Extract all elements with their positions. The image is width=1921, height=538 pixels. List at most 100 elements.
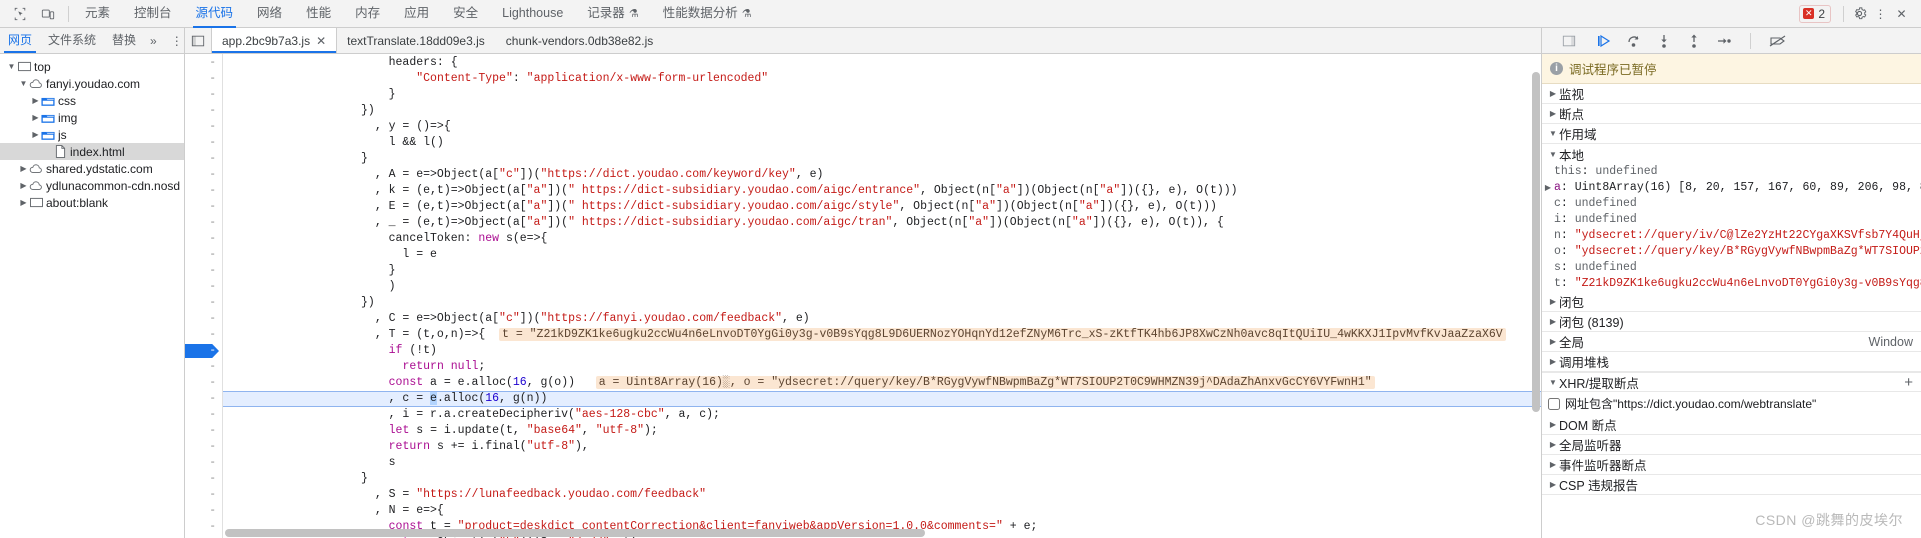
line-number[interactable]: -: [185, 199, 222, 215]
line-number[interactable]: -: [185, 311, 222, 327]
line-number[interactable]: -: [185, 503, 222, 519]
tree-item-shared-ydstatic[interactable]: ▶ shared.ydstatic.com: [0, 160, 184, 177]
section-scope[interactable]: ▼ 作用域: [1542, 124, 1921, 144]
code-line[interactable]: s: [223, 455, 1541, 471]
xhr-breakpoint-item[interactable]: 网址包含"https://dict.youdao.com/webtranslat…: [1542, 392, 1921, 415]
inspect-cursor-icon[interactable]: [10, 4, 29, 23]
chevron-right-icon[interactable]: ▶: [1547, 297, 1559, 306]
tab-performance-insights[interactable]: 性能数据分析 ⚗: [651, 0, 764, 28]
scope-variable-row[interactable]: n: "ydsecret://query/iv/C@lZe2YzHt22CYga…: [1542, 228, 1921, 244]
code-line[interactable]: , E = (e,t)=>Object(a["a"])(" https://di…: [223, 199, 1541, 215]
file-tab-texttranslate[interactable]: textTranslate.18dd09e3.js: [337, 28, 496, 53]
breakpoint-marker[interactable]: -: [185, 343, 222, 359]
scope-variable-row[interactable]: i: undefined: [1542, 212, 1921, 228]
line-number[interactable]: -: [185, 263, 222, 279]
error-badge[interactable]: ✕ 2: [1799, 4, 1831, 23]
scope-variable-row[interactable]: s: undefined: [1542, 260, 1921, 276]
tree-item-about-blank[interactable]: ▶ about:blank: [0, 194, 184, 211]
step-over-icon[interactable]: [1626, 33, 1642, 49]
gear-icon[interactable]: [1850, 4, 1869, 23]
tab-lighthouse[interactable]: Lighthouse: [490, 0, 575, 28]
debugger-section[interactable]: ▶ 全局监听器: [1542, 435, 1921, 455]
tab-security[interactable]: 安全: [441, 0, 490, 28]
scope-variable-row[interactable]: t: "Z21kD9ZK1ke6ugku2ccWu4n6eLnvoDT0YgGi…: [1542, 276, 1921, 292]
file-tab-app[interactable]: app.2bc9b7a3.js ✕: [211, 28, 338, 53]
debugger-section[interactable]: ▶ CSP 违规报告: [1542, 475, 1921, 495]
more-subtabs-icon[interactable]: »: [144, 34, 163, 48]
tab-performance[interactable]: 性能: [294, 0, 343, 28]
line-number[interactable]: -: [185, 135, 222, 151]
scope-variable-row[interactable]: c: undefined: [1542, 196, 1921, 212]
tree-item-js[interactable]: ▶ js: [0, 126, 184, 143]
code-line[interactable]: return s += i.final("utf-8"),: [223, 439, 1541, 455]
section-breakpoints[interactable]: ▶ 断点: [1542, 104, 1921, 124]
chevron-down-icon[interactable]: ▼: [1547, 378, 1559, 387]
line-number[interactable]: -: [185, 327, 222, 343]
scope-variable-row[interactable]: o: "ydsecret://query/key/B*RGygVywfNBwpm…: [1542, 244, 1921, 260]
code-line[interactable]: }): [223, 103, 1541, 119]
code-line[interactable]: return null;: [223, 359, 1541, 375]
editor-horizontal-scrollbar[interactable]: [223, 528, 1531, 538]
tab-sources[interactable]: 源代码: [184, 0, 246, 28]
scrollbar-thumb[interactable]: [225, 529, 925, 537]
chevron-right-icon[interactable]: ▶: [18, 181, 29, 190]
line-number[interactable]: -: [185, 359, 222, 375]
scope-variable-row[interactable]: this: undefined: [1542, 164, 1921, 180]
device-toolbar-icon[interactable]: [38, 4, 57, 23]
section-watch[interactable]: ▶ 监视: [1542, 84, 1921, 104]
tab-console[interactable]: 控制台: [122, 0, 184, 28]
tab-recorder[interactable]: 记录器 ⚗: [575, 0, 650, 28]
code-line[interactable]: if (!t): [223, 343, 1541, 359]
deactivate-breakpoints-icon[interactable]: [1769, 33, 1787, 49]
code-line[interactable]: let s = i.update(t, "base64", "utf-8");: [223, 423, 1541, 439]
show-navigator-icon[interactable]: [185, 34, 211, 48]
code-line[interactable]: headers: {: [223, 55, 1541, 71]
scrollbar-thumb[interactable]: [1532, 72, 1540, 412]
debugger-section[interactable]: ▶ 事件监听器断点: [1542, 455, 1921, 475]
code-line[interactable]: , N = e=>{: [223, 503, 1541, 519]
resume-script-execution-icon[interactable]: [1596, 33, 1612, 49]
subtab-page[interactable]: 网页: [0, 28, 40, 53]
line-number[interactable]: -: [185, 407, 222, 423]
chevron-down-icon[interactable]: ▼: [6, 62, 17, 71]
code-line[interactable]: , i = r.a.createDecipheriv("aes-128-cbc"…: [223, 407, 1541, 423]
debugger-section[interactable]: ▶ DOM 断点: [1542, 415, 1921, 435]
tree-item-img[interactable]: ▶ img: [0, 109, 184, 126]
chevron-right-icon[interactable]: ▶: [1547, 420, 1559, 429]
tab-elements[interactable]: 元素: [73, 0, 122, 28]
code-line[interactable]: , T = (t,o,n)=>{ t = "Z21kD9ZK1ke6ugku2c…: [223, 327, 1541, 343]
close-icon[interactable]: ✕: [1892, 4, 1911, 23]
code-line[interactable]: l = e: [223, 247, 1541, 263]
tree-item-top[interactable]: ▼ top: [0, 58, 184, 75]
line-number[interactable]: -: [185, 55, 222, 71]
step-into-icon[interactable]: [1656, 33, 1672, 49]
editor-vertical-scrollbar[interactable]: [1531, 54, 1541, 538]
scope-local-header[interactable]: ▼ 本地: [1542, 144, 1921, 164]
code-line[interactable]: }: [223, 471, 1541, 487]
tab-network[interactable]: 网络: [245, 0, 294, 28]
code-line[interactable]: "Content-Type": "application/x-www-form-…: [223, 71, 1541, 87]
file-tab-chunkvendors[interactable]: chunk-vendors.0db38e82.js: [496, 28, 664, 53]
code-line[interactable]: , _ = (e,t)=>Object(a["a"])(" https://di…: [223, 215, 1541, 231]
debugger-section[interactable]: ▶ 全局 Window: [1542, 332, 1921, 352]
chevron-right-icon[interactable]: ▶: [18, 164, 29, 173]
subtab-overrides[interactable]: 替换: [104, 28, 144, 53]
line-number[interactable]: -: [185, 423, 222, 439]
line-number[interactable]: -: [185, 487, 222, 503]
code-line-executing[interactable]: , c = e.alloc(16, g(n)): [223, 391, 1541, 407]
debugger-section[interactable]: ▶ 闭包: [1542, 292, 1921, 312]
code-line[interactable]: cancelToken: new s(e=>{: [223, 231, 1541, 247]
chevron-right-icon[interactable]: ▶: [30, 130, 41, 139]
show-debugger-sidebar-icon[interactable]: [1556, 34, 1582, 48]
chevron-right-icon[interactable]: ▶: [1547, 480, 1559, 489]
code-line[interactable]: , C = e=>Object(a["c"])("https://fanyi.y…: [223, 311, 1541, 327]
line-number[interactable]: -: [185, 167, 222, 183]
line-number[interactable]: -: [185, 279, 222, 295]
line-number[interactable]: -: [185, 471, 222, 487]
line-number[interactable]: -: [185, 103, 222, 119]
code-line[interactable]: }: [223, 151, 1541, 167]
chevron-down-icon[interactable]: ▼: [1547, 129, 1559, 138]
code-line[interactable]: , y = ()=>{: [223, 119, 1541, 135]
line-number[interactable]: -: [185, 247, 222, 263]
chevron-right-icon[interactable]: ▶: [1547, 460, 1559, 469]
